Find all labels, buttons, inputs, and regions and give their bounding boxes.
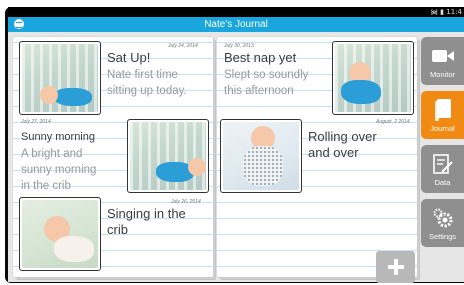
entry-title-line: crib [107, 222, 128, 237]
journal-book: July 24, 2014 Sat Up! Nate first time si… [10, 37, 417, 279]
page-title: Nate's Journal [204, 19, 268, 30]
nav-item-monitor[interactable]: Monitor [421, 37, 464, 85]
entry-photo[interactable] [220, 119, 302, 193]
entry-text-line: Slept so soundly [224, 69, 309, 81]
battery-icon: ▮ [440, 8, 445, 16]
entry-text-line: this afternoon [224, 85, 294, 97]
entry-text-line: A bright and [21, 148, 83, 160]
journal-page-right: July 30, 2013 Best nap yet Slept so soun… [217, 37, 417, 277]
journal-entry[interactable]: August, 2 2014 Rolling over and over [217, 117, 417, 195]
status-time: 11:4 [446, 8, 462, 16]
entry-title: Sat Up! [107, 50, 151, 65]
entry-title: Sunny morning [21, 131, 95, 143]
plus-icon [376, 251, 415, 283]
entry-text-line: in the crib [21, 180, 71, 192]
entry-date: July 24, 2014 [168, 43, 198, 49]
entry-title-line: Rolling over [308, 129, 377, 144]
data-edit-icon [421, 153, 464, 175]
gears-icon [421, 207, 464, 229]
entry-date: July 26, 2014 [171, 199, 201, 205]
entry-text-line: sitting up today. [107, 85, 187, 97]
entry-photo[interactable] [127, 119, 209, 193]
nav-label: Journal [430, 124, 455, 133]
entry-title-line: Singing in the [107, 206, 186, 221]
entry-text-line: Nate first time [107, 69, 178, 81]
nav-label: Data [434, 178, 451, 187]
sidebar-nav: Monitor Journal Data Settings [421, 37, 464, 282]
entry-photo[interactable] [19, 41, 101, 115]
nav-item-settings[interactable]: Settings [421, 199, 464, 247]
nav-item-journal[interactable]: Journal [421, 91, 464, 139]
camera-icon [421, 45, 464, 67]
journal-entry[interactable]: July 24, 2014 Sat Up! Nate first time si… [13, 37, 213, 115]
journal-entry[interactable]: July 26, 2014 Singing in the crib [13, 197, 213, 277]
journal-entry[interactable]: July 27, 2014 Sunny morning A bright and… [13, 117, 213, 195]
nav-label: Settings [428, 232, 457, 241]
entry-date: August, 2 2014 [376, 119, 410, 125]
journal-icon [421, 99, 464, 121]
entry-photo[interactable] [19, 197, 101, 271]
entry-title-line: and over [308, 145, 359, 160]
entry-text-line: sunny morning [21, 164, 97, 176]
entry-title: Best nap yet [224, 50, 297, 65]
wifi-icon: ᯼ [430, 8, 438, 16]
nav-label: Monitor [429, 70, 455, 79]
journal-page-left: July 24, 2014 Sat Up! Nate first time si… [13, 37, 213, 277]
app-header: Nate's Journal [8, 17, 464, 32]
entry-photo[interactable] [332, 41, 414, 115]
entry-date: July 27, 2014 [21, 119, 51, 125]
status-bar: ᯼ ▮ 11:4 [8, 7, 464, 17]
add-entry-button[interactable] [376, 251, 415, 283]
journal-entry[interactable]: July 30, 2013 Best nap yet Slept so soun… [217, 37, 417, 115]
status-icons: ᯼ ▮ 11:4 [430, 7, 462, 17]
nav-item-data[interactable]: Data [421, 145, 464, 193]
entry-date: July 30, 2013 [224, 43, 254, 49]
